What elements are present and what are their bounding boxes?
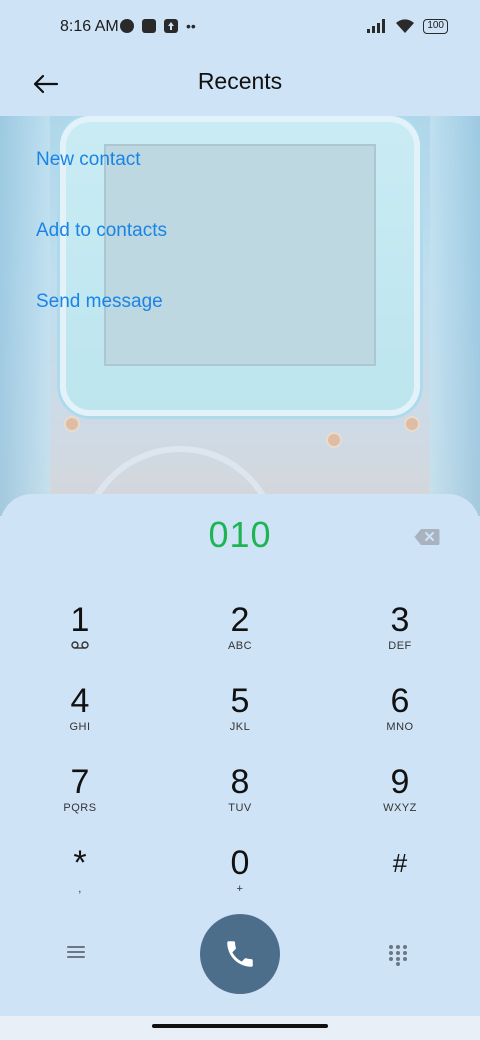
key-digit: 6 (390, 682, 410, 720)
key-1[interactable]: 1 (20, 602, 140, 682)
menu-item-send-message[interactable]: Send message (36, 286, 167, 357)
key-hash[interactable]: # (340, 845, 460, 925)
key-star[interactable]: * , (20, 845, 140, 925)
key-digit: # (392, 848, 408, 878)
key-digit: 1 (70, 601, 90, 639)
key-2[interactable]: 2 ABC (180, 602, 300, 682)
key-letters: TUV (228, 802, 252, 814)
upload-icon (164, 19, 178, 33)
dialer-panel: 010 1 2 ABC 3 DEF 4 GHI 5 JKL 6 MNO 7 PQ… (0, 494, 480, 1040)
status-icons-right: 100 (367, 18, 448, 34)
status-icons-left: •• (120, 19, 196, 33)
key-letters: GHI (69, 721, 91, 733)
key-4[interactable]: 4 GHI (20, 683, 140, 763)
dialpad-icon (389, 945, 407, 966)
call-button[interactable] (200, 914, 280, 994)
key-digit: 2 (230, 601, 250, 639)
key-digit: 0 (230, 844, 250, 882)
status-bar: 8:16 AM •• 100 (0, 0, 480, 56)
backspace-icon (414, 529, 440, 545)
battery-icon: 100 (423, 18, 448, 34)
square-icon (142, 19, 156, 33)
key-6[interactable]: 6 MNO (340, 683, 460, 763)
key-7[interactable]: 7 PQRS (20, 764, 140, 844)
wifi-icon (396, 19, 415, 33)
phone-icon (227, 941, 253, 967)
key-letters: ABC (227, 640, 253, 652)
key-digit: 8 (230, 763, 250, 801)
key-8[interactable]: 8 TUV (180, 764, 300, 844)
backspace-button[interactable] (414, 528, 440, 546)
key-5[interactable]: 5 JKL (180, 683, 300, 763)
page-title: Recents (197, 68, 283, 94)
key-letters: + (236, 883, 244, 895)
key-letters: PQRS (63, 802, 97, 814)
key-0[interactable]: 0 + (180, 845, 300, 925)
key-digit: * (73, 844, 87, 882)
key-digit: 3 (390, 601, 410, 639)
key-digit: 9 (390, 763, 410, 801)
menu-item-add-to-contacts[interactable]: Add to contacts (36, 215, 167, 286)
gesture-handle[interactable] (152, 1024, 328, 1028)
key-letters: WXYZ (383, 802, 417, 814)
key-letters: MNO (386, 721, 414, 733)
key-letters: JKL (229, 721, 251, 733)
status-time: 8:16 AM (60, 18, 119, 35)
key-digit: 7 (70, 763, 90, 801)
header: Recents (0, 56, 480, 116)
key-3[interactable]: 3 DEF (340, 602, 460, 682)
dialer-actions (0, 914, 480, 994)
voicemail-icon (20, 640, 140, 653)
key-digit: 5 (230, 682, 250, 720)
key-letters: DEF (388, 640, 412, 652)
settings-app-icon (120, 19, 134, 33)
options-menu: New contact Add to contacts Send message (36, 144, 167, 357)
key-digit: 4 (70, 682, 90, 720)
key-9[interactable]: 9 WXYZ (340, 764, 460, 844)
signal-icon (367, 19, 386, 33)
navigation-bar (0, 1016, 480, 1040)
dialed-number: 010 (208, 514, 272, 555)
menu-button[interactable] (66, 944, 90, 964)
hamburger-menu-icon (67, 946, 85, 958)
more-dots-icon: •• (186, 18, 196, 34)
battery-level: 100 (427, 19, 444, 31)
menu-item-new-contact[interactable]: New contact (36, 144, 167, 215)
keypad-toggle-button[interactable] (388, 944, 410, 966)
key-letters: , (78, 883, 82, 895)
